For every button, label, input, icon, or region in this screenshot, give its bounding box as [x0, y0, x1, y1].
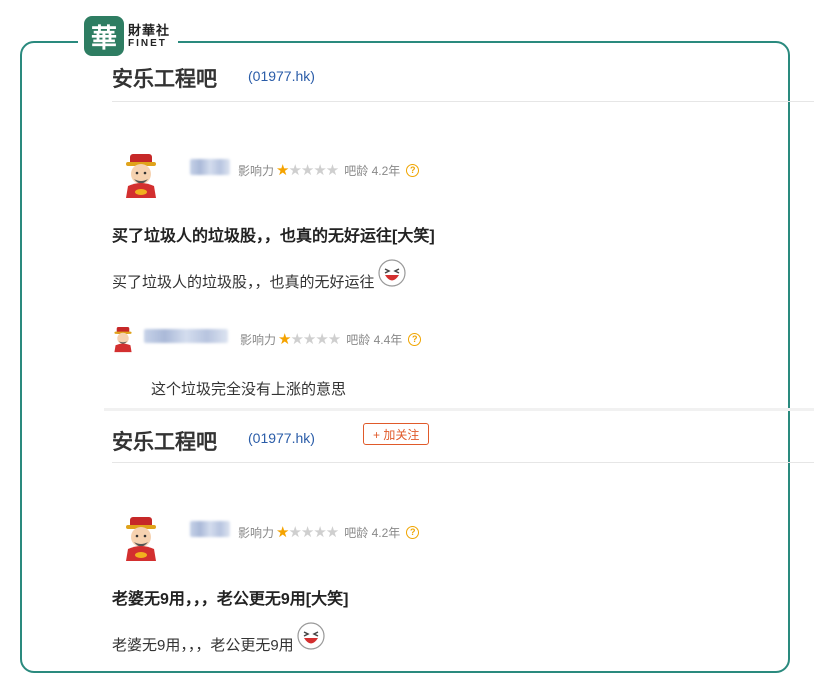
- avatar-fortune-god-icon[interactable]: [111, 325, 135, 353]
- influence-label: 影响力: [238, 525, 275, 540]
- avatar-fortune-god-icon[interactable]: [120, 152, 162, 198]
- username-blurred[interactable]: [190, 159, 230, 175]
- content-frame: [20, 41, 790, 673]
- avatar-fortune-god-icon[interactable]: [120, 515, 162, 561]
- user-meta: 影响力 ★★★★★ 吧龄 4.2年 ?: [238, 523, 420, 541]
- post-body-text: 老婆无9用，，，老公更无9用: [112, 637, 294, 654]
- stock-code[interactable]: (01977.hk): [248, 430, 315, 446]
- finet-logo: 華 財華社 FINET: [78, 14, 179, 58]
- user-meta: 影响力 ★★★★★ 吧龄 4.4年 ?: [240, 330, 422, 348]
- bar-title[interactable]: 安乐工程吧: [112, 63, 217, 93]
- laughing-face-icon: [377, 259, 406, 287]
- divider: [112, 462, 814, 463]
- help-icon[interactable]: ?: [406, 525, 420, 539]
- user-meta: 影响力 ★★★★★ 吧龄 4.2年 ?: [238, 161, 420, 179]
- logo-name-cn: 財華社: [128, 22, 171, 38]
- influence-label: 影响力: [240, 332, 277, 347]
- bar-age: 吧龄 4.4年: [346, 332, 403, 347]
- post-body-text: 买了垃圾人的垃圾股，，也真的无好运往: [112, 274, 375, 291]
- username-blurred[interactable]: [144, 329, 228, 343]
- reply-text: 这个垃圾完全没有上涨的意思: [151, 381, 347, 398]
- laughing-face-icon: [297, 622, 325, 650]
- rating-stars: ★★★★★: [276, 162, 339, 179]
- logo-text: 財華社 FINET: [128, 24, 170, 49]
- bar-age: 吧龄 4.2年: [344, 525, 401, 540]
- logo-name-en: FINET: [128, 37, 167, 49]
- help-icon[interactable]: ?: [408, 332, 422, 346]
- stock-code[interactable]: (01977.hk): [248, 68, 315, 84]
- influence-label: 影响力: [238, 163, 275, 178]
- post-title[interactable]: 老婆无9用，，，老公更无9用[大笑]: [112, 585, 348, 609]
- follow-button[interactable]: + 加关注: [363, 423, 430, 445]
- logo-badge: 華: [84, 16, 124, 56]
- username-blurred[interactable]: [190, 521, 230, 537]
- rating-stars: ★★★★★: [276, 524, 339, 541]
- post-body: 买了垃圾人的垃圾股，，也真的无好运往: [112, 258, 407, 292]
- rating-stars: ★★★★★: [278, 331, 341, 348]
- divider: [112, 101, 814, 102]
- bar-age: 吧龄 4.2年: [344, 163, 401, 178]
- bar-title[interactable]: 安乐工程吧: [112, 426, 217, 456]
- post-title[interactable]: 买了垃圾人的垃圾股，，也真的无好运往[大笑]: [112, 222, 435, 246]
- post-body: 老婆无9用，，，老公更无9用: [112, 621, 326, 655]
- help-icon[interactable]: ?: [406, 163, 420, 177]
- section-divider: [104, 408, 814, 411]
